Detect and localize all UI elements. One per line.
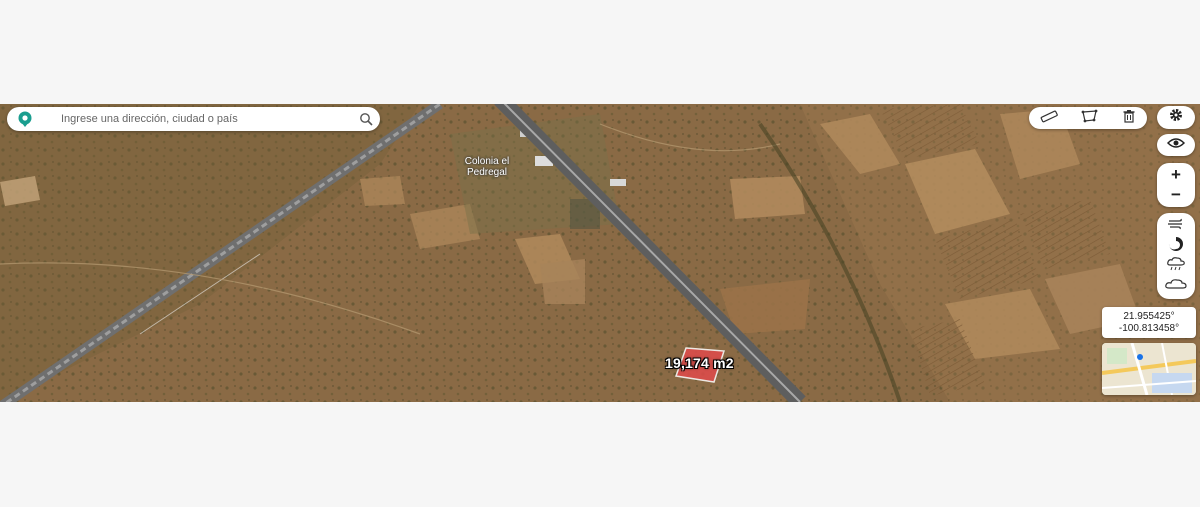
search-icon[interactable]	[352, 112, 380, 126]
cloud-icon[interactable]	[1165, 277, 1187, 295]
coordinates-readout: 21.955425° -100.813458°	[1102, 307, 1196, 338]
search-bar[interactable]	[7, 107, 380, 131]
map-pin-icon[interactable]	[7, 110, 43, 128]
longitude: -100.813458°	[1118, 323, 1180, 334]
rain-icon[interactable]	[1166, 257, 1186, 276]
place-label: Colonia el Pedregal	[464, 156, 510, 178]
eye-icon	[1166, 136, 1186, 154]
page: Colonia el Pedregal 19,174 m2 +	[0, 0, 1200, 507]
minimap[interactable]	[1102, 343, 1196, 395]
view-toggle-button[interactable]	[1157, 134, 1195, 156]
trash-icon[interactable]	[1122, 109, 1136, 128]
zoom-in-button[interactable]: +	[1171, 165, 1181, 185]
satellite-map[interactable]: Colonia el Pedregal 19,174 m2	[0, 104, 1200, 402]
gear-icon	[1168, 107, 1184, 128]
measure-toolbar	[1029, 107, 1147, 129]
storm-icon[interactable]	[1167, 236, 1185, 257]
polygon-icon[interactable]	[1081, 109, 1099, 128]
ruler-icon[interactable]	[1040, 109, 1059, 128]
area-measurement-label: 19,174 m2	[665, 355, 734, 371]
zoom-controls: + −	[1157, 163, 1195, 207]
map-terrain	[0, 104, 1200, 402]
latitude: 21.955425°	[1123, 311, 1175, 322]
search-input[interactable]	[43, 113, 352, 125]
settings-button[interactable]	[1157, 106, 1195, 129]
wind-icon[interactable]	[1167, 217, 1185, 235]
weather-layers	[1157, 213, 1195, 299]
zoom-out-button[interactable]: −	[1171, 185, 1181, 205]
